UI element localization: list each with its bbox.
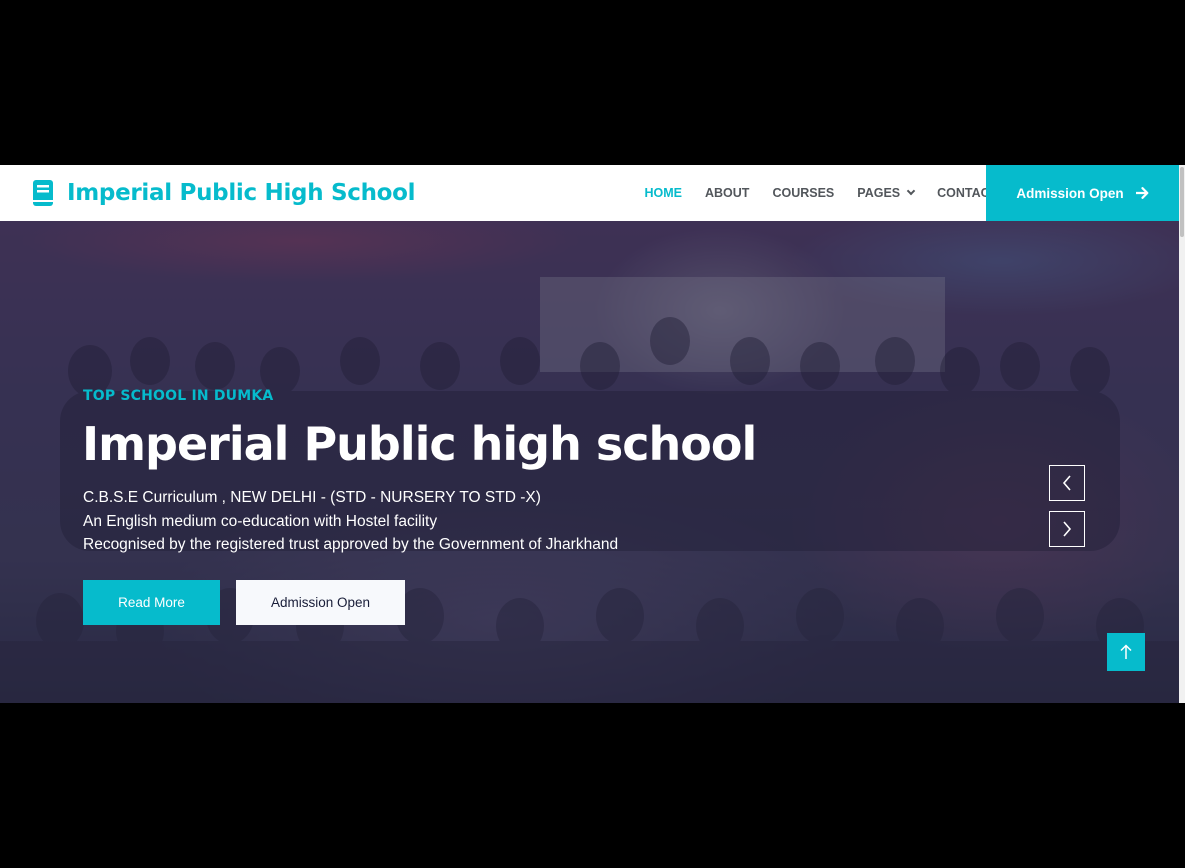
nav-pages-dropdown[interactable]: PAGES	[857, 186, 916, 200]
nav-menu: HOME ABOUT COURSES PAGES CONTACT	[633, 165, 1009, 221]
nav-about[interactable]: ABOUT	[705, 186, 749, 200]
nav-courses[interactable]: COURSES	[772, 186, 834, 200]
chevron-right-icon	[1063, 521, 1072, 537]
hero-carousel: TOP SCHOOL IN DUMKA Imperial Public high…	[0, 221, 1179, 703]
navbar: Imperial Public High School HOME ABOUT C…	[0, 165, 1179, 221]
back-to-top-button[interactable]	[1107, 633, 1145, 671]
chevron-left-icon	[1062, 475, 1071, 491]
carousel-next-button[interactable]	[1049, 511, 1085, 547]
page-scrollbar[interactable]	[1179, 165, 1185, 703]
admission-open-nav-button[interactable]: Admission Open	[986, 165, 1179, 221]
hero-line-recognition: Recognised by the registered trust appro…	[83, 536, 619, 553]
hero-line-medium: An English medium co-education with Host…	[83, 512, 438, 530]
read-more-button[interactable]: Read More	[83, 580, 220, 625]
hero-description: C.B.S.E Curriculum , NEW DELHI - (STD - …	[83, 486, 618, 557]
admission-open-nav-label: Admission Open	[1016, 185, 1124, 201]
chevron-down-icon	[906, 186, 916, 196]
hero-line-curriculum: C.B.S.E Curriculum , NEW DELHI - (STD - …	[83, 489, 541, 506]
arrow-right-icon	[1135, 187, 1149, 199]
hero-title: Imperial Public high school	[82, 417, 757, 471]
brand-name: Imperial Public High School	[67, 180, 416, 206]
nav-pages-label: PAGES	[857, 186, 901, 200]
brand-logo-link[interactable]: Imperial Public High School	[32, 178, 416, 208]
carousel-prev-button[interactable]	[1049, 465, 1085, 501]
hero-eyebrow: TOP SCHOOL IN DUMKA	[83, 388, 274, 404]
scrollbar-thumb[interactable]	[1180, 167, 1184, 237]
arrow-up-icon	[1120, 644, 1132, 659]
browser-viewport: Imperial Public High School HOME ABOUT C…	[0, 165, 1185, 703]
book-icon	[33, 180, 53, 206]
admission-open-hero-button[interactable]: Admission Open	[236, 580, 405, 625]
nav-home[interactable]: HOME	[645, 186, 683, 200]
